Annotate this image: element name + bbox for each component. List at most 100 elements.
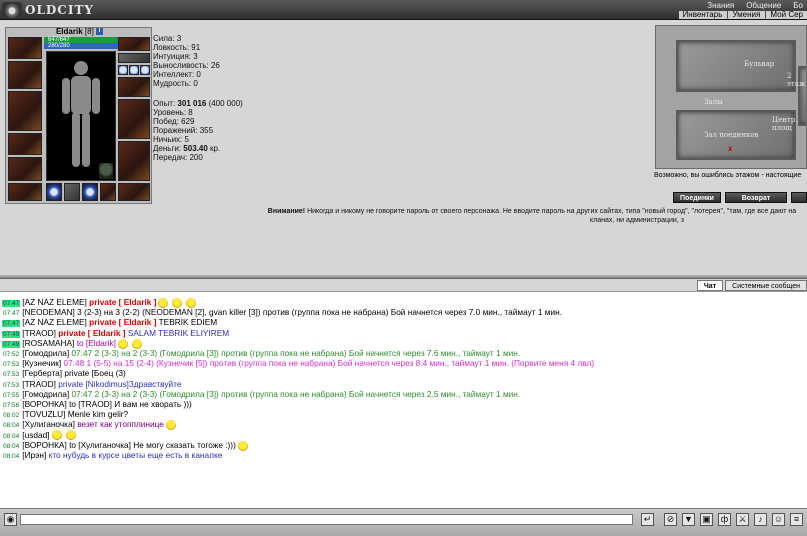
stat-intuition: Интуиция: 3 xyxy=(153,52,198,62)
map-hall-north[interactable] xyxy=(676,40,796,92)
filter-icon[interactable]: ▼ xyxy=(682,513,695,526)
menu-my-server[interactable]: Мой Сер xyxy=(770,11,803,19)
chat-sender[interactable]: [TOVUZLU] Menle kim gelir? xyxy=(22,409,128,419)
tab-chat[interactable]: Чат xyxy=(696,280,724,291)
chat-mode-icon[interactable]: ◉ xyxy=(4,513,17,526)
chat-sender[interactable]: [Гомодрила] xyxy=(22,348,69,358)
duels-button[interactable]: Поединки xyxy=(673,192,721,203)
send-icon[interactable]: ↵ xyxy=(641,513,654,526)
chat-sender[interactable]: [AZ NAZ ELEME] xyxy=(22,317,87,327)
smiles-icon[interactable]: ☺ xyxy=(772,513,785,526)
chat-sender[interactable]: [Хулиганочка] xyxy=(22,419,75,429)
chat-sender[interactable]: [Герберта] private [Боец (3) xyxy=(22,368,126,378)
map-label-duel[interactable]: Зал поединков xyxy=(704,131,758,139)
amulet-slot[interactable] xyxy=(118,37,150,51)
translit-icon[interactable]: ф xyxy=(718,513,731,526)
chat-timestamp: 07:47 xyxy=(2,300,21,307)
chat-sender[interactable]: [TRAOD] xyxy=(22,379,56,389)
ring-slot-3[interactable] xyxy=(140,65,150,75)
chat-sender[interactable]: [usdad] xyxy=(22,430,49,440)
map-label-2floor[interactable]: 2 этаж xyxy=(787,72,806,88)
character-panel: Eldarik [8] i 647/647 280/280 xyxy=(5,27,152,204)
chat-timestamp: 08:04 xyxy=(3,453,20,460)
panel-divider[interactable] xyxy=(0,275,807,279)
warning-bold: Внимание! xyxy=(267,208,306,215)
save-icon[interactable]: ▣ xyxy=(700,513,713,526)
bracer-slot[interactable] xyxy=(118,77,150,97)
pocket-slot-5[interactable] xyxy=(100,183,116,201)
chat-text: 07:47 2 (3-3) на 2 (3-3) (Гомодрила [3])… xyxy=(69,388,521,399)
chat-sender[interactable]: [TRAOD] xyxy=(22,328,56,338)
stat-draws: Ничьих: 5 xyxy=(153,134,189,144)
map-extra-button[interactable] xyxy=(791,192,807,203)
money-unit: кр. xyxy=(207,144,221,154)
top-menu-row1: Знания Общение Бо xyxy=(679,2,807,10)
chat-input[interactable] xyxy=(20,514,633,525)
chat-timestamp: 07:53 xyxy=(3,371,20,379)
stat-money: Деньги: 503.40 кр. xyxy=(153,144,243,153)
map-label-halls[interactable]: Залы xyxy=(704,98,723,106)
chat-timestamp: 07:49 xyxy=(2,340,21,348)
gloves-slot[interactable] xyxy=(8,157,42,181)
map-label-center[interactable]: Центр. площ xyxy=(772,116,806,132)
chat-sender[interactable]: [Ирэн] xyxy=(22,450,46,460)
menu-inventory[interactable]: Инвентарь xyxy=(683,11,723,19)
menu-knowledge[interactable]: Знания xyxy=(707,2,734,10)
character-name[interactable]: Eldarik [8] i xyxy=(6,28,153,36)
chat-sender[interactable]: [AZ NAZ ELEME] xyxy=(22,297,87,307)
stat-losses: Поражений: 355 xyxy=(153,125,214,135)
ring-slot-1[interactable] xyxy=(118,65,128,75)
shield-slot[interactable] xyxy=(118,99,150,139)
warning-text-line2: кланах, ни администрации, з xyxy=(590,217,684,224)
chat-sender[interactable]: [ВОРОНКА] to [Хулиганочка] Не могу сказа… xyxy=(22,440,236,450)
money-value: 503.40 xyxy=(183,144,208,154)
tab-system-messages[interactable]: Системные сообщен xyxy=(725,280,807,291)
fight-icon[interactable]: ⚔ xyxy=(736,513,749,526)
menu-communication[interactable]: Общение xyxy=(746,2,781,10)
chat-text: кто нубудь в курсе цветы еще есть в кана… xyxy=(46,450,223,460)
stat-strength: Сила: 3 xyxy=(153,34,182,43)
security-warning: Внимание! Никогда и никому не говорите п… xyxy=(252,207,807,225)
music-icon[interactable]: ♪ xyxy=(754,513,767,526)
stat-intellect: Интеллект: 0 xyxy=(153,70,201,80)
chat-text: private [ Eldarik ] xyxy=(86,317,157,328)
chat-text: TEBRIK EDIEM xyxy=(156,317,218,328)
clear-icon[interactable]: ⊘ xyxy=(664,513,677,526)
earring-slot[interactable] xyxy=(118,53,150,63)
chat-tabs: Чат Системные сообщен xyxy=(696,280,807,291)
settings-icon[interactable]: ≡ xyxy=(790,513,803,526)
map-label-boulevard[interactable]: Бульвар xyxy=(744,60,774,68)
chat-text: 07:48 1 (5-5) на 15 (2-4) (Кузнечик [5])… xyxy=(61,358,595,369)
ring-slot-2[interactable] xyxy=(129,65,139,75)
info-icon[interactable]: i xyxy=(96,28,104,36)
chat-text: 07:47 2 (3-3) на 2 (3-3) (Гомодрила [3])… xyxy=(69,348,521,358)
pocket-slot-4[interactable] xyxy=(82,183,98,201)
stat-wisdom: Мудрость: 0 xyxy=(153,79,198,89)
experience-next: (400 000) xyxy=(206,98,243,108)
chat-sender[interactable]: [NEODEMAN] 3 (2-3) на 3 (2-2) (NEODEMAN … xyxy=(22,307,562,317)
character-level: [8] xyxy=(84,27,94,36)
chat-timestamp: 07:47 xyxy=(2,320,21,328)
menu-more[interactable]: Бо xyxy=(793,2,803,10)
chat-sender[interactable]: [ROSAMAHA] xyxy=(22,338,74,348)
helmet-slot[interactable] xyxy=(8,37,42,59)
map-caption: Возможно, вы ошиблись этажом - настоящие xyxy=(654,172,802,179)
menu-skills[interactable]: Умения xyxy=(732,11,760,19)
stat-level: Уровень: 8 xyxy=(153,107,193,117)
pocket-slot-3[interactable] xyxy=(64,183,80,201)
smiley-icon xyxy=(165,420,176,431)
chat-sender[interactable]: [ВОРОНКА] to [TRAOD] И вам не хворать ))… xyxy=(22,399,192,409)
chat-sender[interactable]: [Гомодрила] xyxy=(22,389,69,399)
weapon-slot[interactable] xyxy=(8,61,42,89)
pet-icon[interactable] xyxy=(99,163,113,179)
chat-sender[interactable]: [Кузнечик] xyxy=(22,358,61,368)
pocket-slot-6[interactable] xyxy=(118,183,150,201)
pocket-slot-1[interactable] xyxy=(8,183,42,201)
chat-text: везет как утопплинице xyxy=(74,419,164,430)
chat-text: private [ Eldarik ] xyxy=(86,297,157,307)
pocket-slot-2[interactable] xyxy=(46,183,62,201)
boots-slot[interactable] xyxy=(118,141,150,181)
back-button[interactable]: Возврат xyxy=(725,192,787,203)
armor-slot[interactable] xyxy=(8,91,42,131)
belt-slot[interactable] xyxy=(8,133,42,155)
